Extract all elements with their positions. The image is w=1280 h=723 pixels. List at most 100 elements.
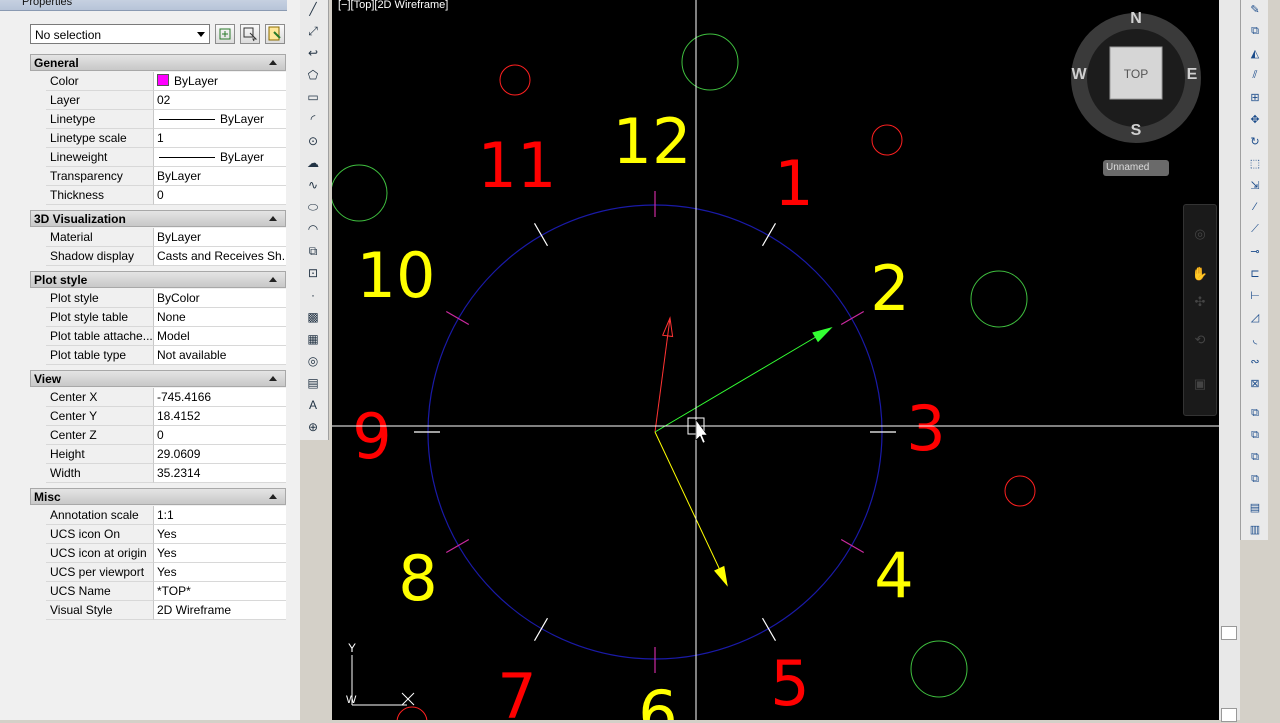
property-value[interactable]: 35.2314 xyxy=(154,464,286,483)
blend-curves-tool-icon[interactable]: ∾ xyxy=(1246,352,1264,370)
property-row[interactable]: UCS Name *TOP* xyxy=(46,582,286,601)
property-row[interactable]: Linetype ByLayer xyxy=(46,110,286,129)
region-tool-icon[interactable]: ◎ xyxy=(304,352,322,370)
line-tool-icon[interactable]: ╱ xyxy=(304,0,322,18)
property-row[interactable]: Center X -745.4166 xyxy=(46,388,286,407)
property-row[interactable]: Shadow display Casts and Receives Sh... xyxy=(46,247,286,266)
property-row[interactable]: Linetype scale 1 xyxy=(46,129,286,148)
gradient-tool-icon[interactable]: ▦ xyxy=(304,330,322,348)
text-to-front-icon[interactable]: ▤ xyxy=(1246,498,1264,516)
property-value[interactable]: *TOP* xyxy=(154,582,286,601)
property-row[interactable]: Center Y 18.4152 xyxy=(46,407,286,426)
property-row[interactable]: Color ByLayer xyxy=(46,72,286,91)
property-value[interactable]: ByLayer xyxy=(154,148,286,167)
property-value[interactable]: Model xyxy=(154,327,286,346)
chamfer-tool-icon[interactable]: ◿ xyxy=(1246,308,1264,326)
construction-line-tool-icon[interactable]: ⤢ xyxy=(304,22,322,40)
stretch-tool-icon[interactable]: ⇲ xyxy=(1246,176,1264,194)
compass-north[interactable]: N xyxy=(1130,10,1142,27)
hatch-to-back-icon[interactable]: ▥ xyxy=(1246,520,1264,538)
property-row[interactable]: Visual Style 2D Wireframe xyxy=(46,601,286,620)
trim-tool-icon[interactable]: ⁄ xyxy=(1246,198,1264,216)
selection-dropdown[interactable]: No selection xyxy=(30,24,210,44)
property-value[interactable]: ByLayer xyxy=(154,167,286,186)
property-row[interactable]: Layer 02 xyxy=(46,91,286,110)
rectangle-tool-icon[interactable]: ▭ xyxy=(304,88,322,106)
select-objects-button[interactable] xyxy=(240,24,260,44)
draw-order-front-icon[interactable]: ⧉ xyxy=(1246,404,1264,422)
move-tool-icon[interactable]: ✥ xyxy=(1246,110,1264,128)
point-tool-icon[interactable]: · xyxy=(304,286,322,304)
property-row[interactable]: Thickness 0 xyxy=(46,186,286,205)
collapse-arrow-icon[interactable] xyxy=(269,376,277,381)
multiline-text-tool-icon[interactable]: A xyxy=(304,396,322,414)
compass-west[interactable]: W xyxy=(1071,66,1087,83)
property-row[interactable]: UCS per viewport Yes xyxy=(46,563,286,582)
property-value[interactable]: 02 xyxy=(154,91,286,110)
fillet-tool-icon[interactable]: ◟ xyxy=(1246,330,1264,348)
pan-hand-icon[interactable]: ✋ xyxy=(1191,265,1209,283)
polyline-tool-icon[interactable]: ↩ xyxy=(304,44,322,62)
offset-tool-icon[interactable]: ⫽ xyxy=(1246,66,1264,84)
mirror-tool-icon[interactable]: ◭ xyxy=(1246,44,1264,62)
property-row[interactable]: Material ByLayer xyxy=(46,228,286,247)
property-value[interactable]: 1 xyxy=(154,129,286,148)
property-value[interactable]: 2D Wireframe xyxy=(154,601,286,620)
property-value[interactable]: Casts and Receives Sh... xyxy=(154,247,286,266)
break-tool-icon[interactable]: ⊏ xyxy=(1246,264,1264,282)
scale-tool-icon[interactable]: ⬚ xyxy=(1246,154,1264,172)
add-selected-tool-icon[interactable]: ⊕ xyxy=(304,418,322,436)
steering-wheel-icon[interactable]: ◎ xyxy=(1191,225,1209,243)
section-header[interactable]: Plot style xyxy=(30,271,286,288)
property-row[interactable]: Height 29.0609 xyxy=(46,445,286,464)
toggle-pickadd-button[interactable] xyxy=(215,24,235,44)
section-header[interactable]: 3D Visualization xyxy=(30,210,286,227)
property-value[interactable]: 0 xyxy=(154,186,286,205)
bring-above-icon[interactable]: ⧉ xyxy=(1246,448,1264,466)
send-under-icon[interactable]: ⧉ xyxy=(1246,470,1264,488)
scrollbar-thumb[interactable] xyxy=(1221,626,1237,640)
section-header[interactable]: General xyxy=(30,54,286,71)
property-row[interactable]: Lineweight ByLayer xyxy=(46,148,286,167)
property-value[interactable]: ByLayer xyxy=(154,228,286,247)
compass-east[interactable]: E xyxy=(1187,66,1198,83)
rotate-tool-icon[interactable]: ↻ xyxy=(1246,132,1264,150)
property-value[interactable]: ByColor xyxy=(154,289,286,308)
extend-tool-icon[interactable]: ⟋ xyxy=(1246,220,1264,238)
property-row[interactable]: Width 35.2314 xyxy=(46,464,286,483)
copy-tool-icon[interactable]: ⧉ xyxy=(1246,22,1264,40)
property-value[interactable]: Yes xyxy=(154,563,286,582)
break-at-point-tool-icon[interactable]: ⊸ xyxy=(1246,242,1264,260)
erase-tool-icon[interactable]: ✎ xyxy=(1246,0,1264,18)
property-value[interactable]: -745.4166 xyxy=(154,388,286,407)
property-row[interactable]: Plot table type Not available xyxy=(46,346,286,365)
join-tool-icon[interactable]: ⊢ xyxy=(1246,286,1264,304)
zoom-extents-icon[interactable]: ✣ xyxy=(1191,293,1209,311)
draw-order-back-icon[interactable]: ⧉ xyxy=(1246,426,1264,444)
section-header[interactable]: Misc xyxy=(30,488,286,505)
property-row[interactable]: Center Z0 xyxy=(46,426,286,445)
property-row[interactable]: Plot style ByColor xyxy=(46,289,286,308)
insert-block-tool-icon[interactable]: ⧉ xyxy=(304,242,322,260)
property-value[interactable]: ByLayer xyxy=(154,110,286,129)
property-value[interactable]: 1:1 xyxy=(154,506,286,525)
properties-title-bar[interactable]: Properties xyxy=(0,0,300,11)
spline-tool-icon[interactable]: ∿ xyxy=(304,176,322,194)
quick-select-button[interactable] xyxy=(265,24,285,44)
orbit-icon[interactable]: ⟲ xyxy=(1191,331,1209,349)
table-tool-icon[interactable]: ▤ xyxy=(304,374,322,392)
property-value[interactable]: ByLayer xyxy=(154,72,286,91)
viewport-controls-label[interactable]: [−][Top][2D Wireframe] xyxy=(338,0,448,11)
vertical-scrollbar[interactable] xyxy=(1219,0,1240,722)
property-value[interactable]: 0 xyxy=(154,426,286,445)
property-value[interactable]: Yes xyxy=(154,544,286,563)
hatch-tool-icon[interactable]: ▩ xyxy=(304,308,322,326)
revision-cloud-tool-icon[interactable]: ☁ xyxy=(304,154,322,172)
make-block-tool-icon[interactable]: ⊡ xyxy=(304,264,322,282)
collapse-arrow-icon[interactable] xyxy=(269,277,277,282)
property-value[interactable]: Not available xyxy=(154,346,286,365)
property-row[interactable]: UCS icon On Yes xyxy=(46,525,286,544)
section-header[interactable]: View xyxy=(30,370,286,387)
collapse-arrow-icon[interactable] xyxy=(269,60,277,65)
ellipse-tool-icon[interactable]: ⬭ xyxy=(304,198,322,216)
